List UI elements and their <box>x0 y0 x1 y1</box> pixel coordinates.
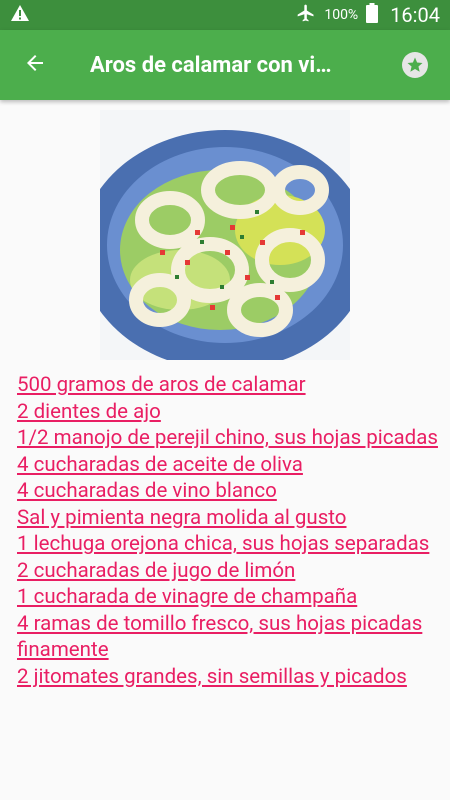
ingredient-link[interactable]: 2 dientes de ajo <box>17 399 447 426</box>
ingredient-link[interactable]: 1 cucharada de vinagre de champaña <box>17 584 447 611</box>
battery-percent: 100% <box>324 7 359 23</box>
arrow-back-icon <box>23 51 47 79</box>
status-bar: 100% 16:04 <box>0 0 450 30</box>
ingredient-link[interactable]: 1/2 manojo de perejil chino, sus hojas p… <box>17 425 447 452</box>
clock: 16:04 <box>390 3 440 27</box>
ingredient-link[interactable]: 4 cucharadas de vino blanco <box>17 478 447 505</box>
ingredient-link[interactable]: 2 jitomates grandes, sin semillas y pica… <box>17 664 447 691</box>
recipe-photo <box>100 110 350 360</box>
airplane-mode-icon <box>296 3 316 27</box>
ingredient-link[interactable]: Sal y pimienta negra molida al gusto <box>17 505 447 532</box>
ingredient-link[interactable]: 500 gramos de aros de calamar <box>17 372 447 399</box>
ingredient-link[interactable]: 1 lechuga orejona chica, sus hojas separ… <box>17 531 447 558</box>
ingredient-list: 500 gramos de aros de calamar 2 dientes … <box>17 372 447 690</box>
warning-icon <box>10 4 30 26</box>
page-title: Aros de calamar con vi… <box>90 52 332 78</box>
ingredient-link[interactable]: 4 ramas de tomillo fresco, sus hojas pic… <box>17 611 447 664</box>
star-icon <box>402 52 428 78</box>
ingredient-link[interactable]: 2 cucharadas de jugo de limón <box>17 558 447 585</box>
back-button[interactable] <box>0 30 70 100</box>
battery-icon <box>366 3 379 27</box>
app-bar: Aros de calamar con vi… <box>0 30 450 100</box>
ingredient-link[interactable]: 4 cucharadas de aceite de oliva <box>17 452 447 479</box>
favorite-button[interactable] <box>380 30 450 100</box>
